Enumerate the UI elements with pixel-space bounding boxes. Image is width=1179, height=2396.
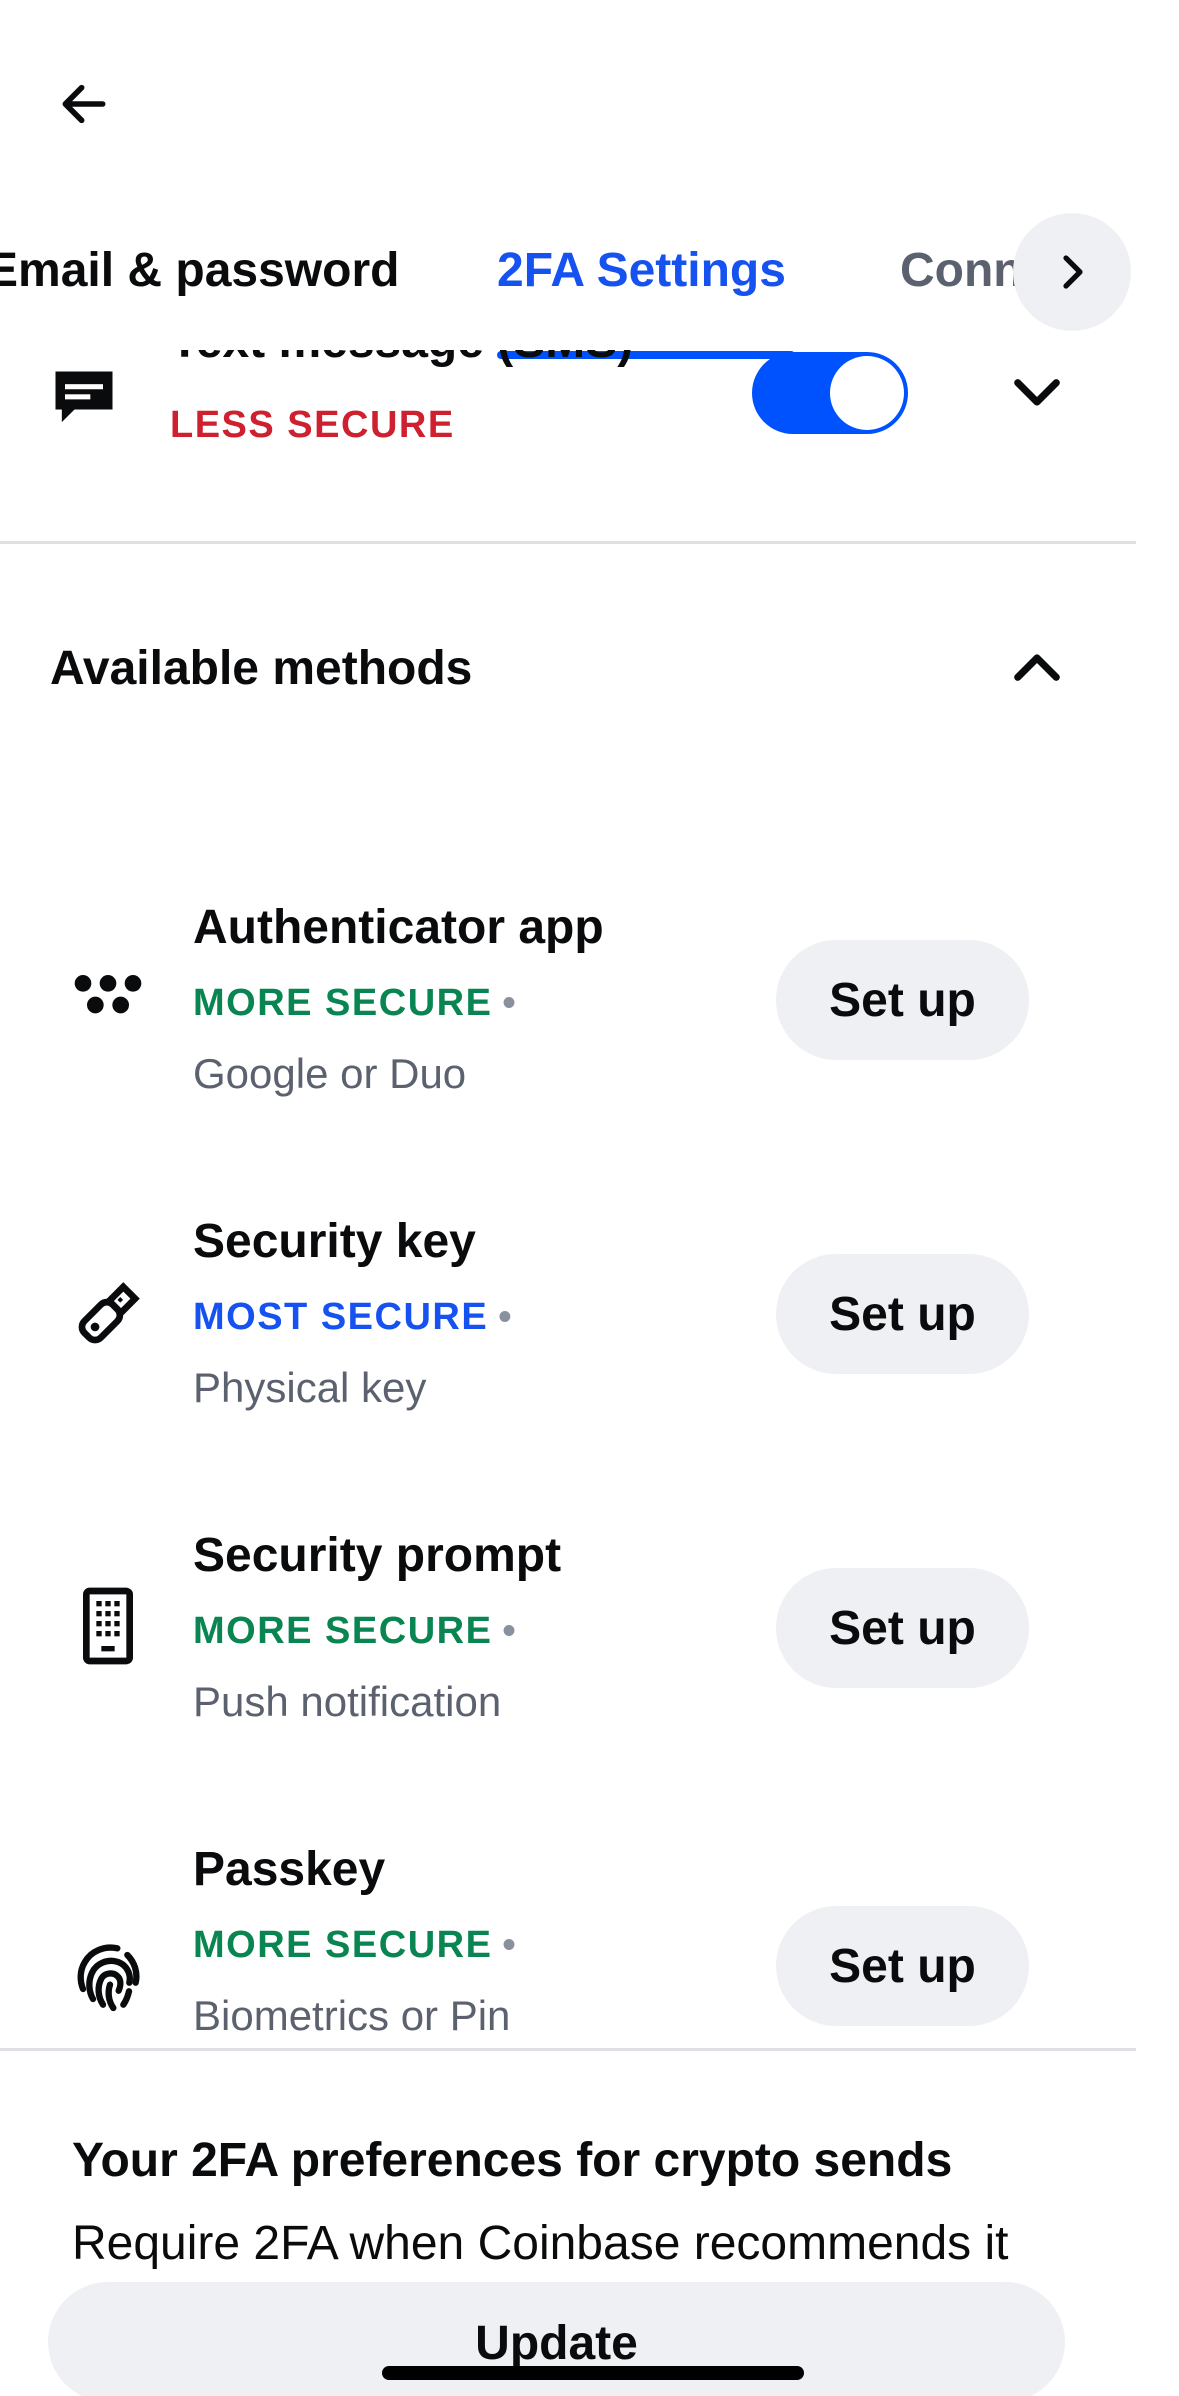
- method-subtitle: Push notification: [193, 1678, 502, 1725]
- separator-dot: •: [498, 1296, 514, 1338]
- security-badge: MORE SECURE •: [193, 982, 517, 1025]
- sms-title-clip: Text message (SMS): [170, 350, 770, 376]
- screen: Email & password 2FA Settings Connected …: [0, 0, 1179, 2396]
- divider: [0, 2048, 1136, 2051]
- arrow-left-icon: [62, 84, 106, 124]
- separator-dot: •: [502, 1924, 518, 1966]
- method-title: Security prompt: [193, 1529, 562, 1582]
- security-badge: MORE SECURE •: [193, 1610, 517, 1653]
- badge-text: MOST SECURE: [193, 1296, 489, 1338]
- security-badge: MORE SECURE •: [193, 1924, 517, 1967]
- setup-passkey-button[interactable]: Set up: [776, 1906, 1029, 2026]
- toggle-knob: [830, 356, 904, 430]
- update-button-label: Update: [475, 2317, 638, 2370]
- badge-text: MORE SECURE: [193, 1924, 493, 1966]
- method-title: Passkey: [193, 1843, 386, 1896]
- separator-dot: •: [502, 982, 518, 1024]
- divider: [0, 541, 1136, 544]
- available-methods-heading: Available methods: [50, 642, 473, 695]
- chevron-down-icon[interactable]: [1004, 358, 1070, 424]
- tabs-scroll-right-button[interactable]: [1013, 213, 1131, 331]
- method-subtitle: Biometrics or Pin: [193, 1992, 511, 2039]
- chevron-up-icon[interactable]: [1004, 636, 1070, 702]
- setup-security-key-button[interactable]: Set up: [776, 1254, 1029, 1374]
- badge-text: MORE SECURE: [193, 1610, 493, 1652]
- sms-title: Text message (SMS): [170, 350, 633, 369]
- method-security-prompt: Security prompt MORE SECURE • Push notifi…: [0, 1528, 1179, 1768]
- method-subtitle: Physical key: [193, 1364, 427, 1411]
- sms-toggle[interactable]: [752, 352, 908, 434]
- phone-keypad-icon: [83, 1587, 133, 1665]
- sms-method-row[interactable]: Text message (SMS) LESS SECURE: [0, 350, 1179, 542]
- method-authenticator-app: Authenticator app MORE SECURE • Google or…: [0, 900, 1179, 1140]
- setup-security-prompt-button[interactable]: Set up: [776, 1568, 1029, 1688]
- tab-connected-apps[interactable]: Connected apps: [900, 243, 1030, 298]
- back-button[interactable]: [46, 66, 122, 142]
- method-title: Authenticator app: [193, 901, 604, 954]
- message-icon: [55, 371, 113, 423]
- chevron-right-icon: [1063, 255, 1083, 289]
- security-badge: MOST SECURE •: [193, 1296, 513, 1339]
- settings-tabs: Email & password 2FA Settings Connected …: [0, 215, 1179, 359]
- method-passkey: Passkey MORE SECURE • Biometrics or Pin S…: [0, 1842, 1179, 2047]
- setup-authenticator-button[interactable]: Set up: [776, 940, 1029, 1060]
- method-title: Security key: [193, 1215, 476, 1268]
- crypto-sends-prefs-heading: Your 2FA preferences for crypto sends: [72, 2134, 953, 2187]
- method-subtitle: Google or Duo: [193, 1050, 467, 1097]
- authenticator-dots-icon: [74, 975, 142, 1014]
- method-security-key: Security key MOST SECURE • Physical key S…: [0, 1214, 1179, 1454]
- fingerprint-icon: [77, 1944, 140, 2012]
- less-secure-badge: LESS SECURE: [170, 404, 455, 446]
- usb-key-icon: [78, 1282, 140, 1344]
- home-indicator: [382, 2366, 804, 2380]
- separator-dot: •: [502, 1610, 518, 1652]
- tab-email-password[interactable]: Email & password: [0, 243, 399, 298]
- crypto-sends-prefs-value: Require 2FA when Coinbase recommends it: [72, 2217, 1009, 2270]
- badge-text: MORE SECURE: [193, 982, 493, 1024]
- tab-2fa-settings[interactable]: 2FA Settings: [497, 243, 786, 298]
